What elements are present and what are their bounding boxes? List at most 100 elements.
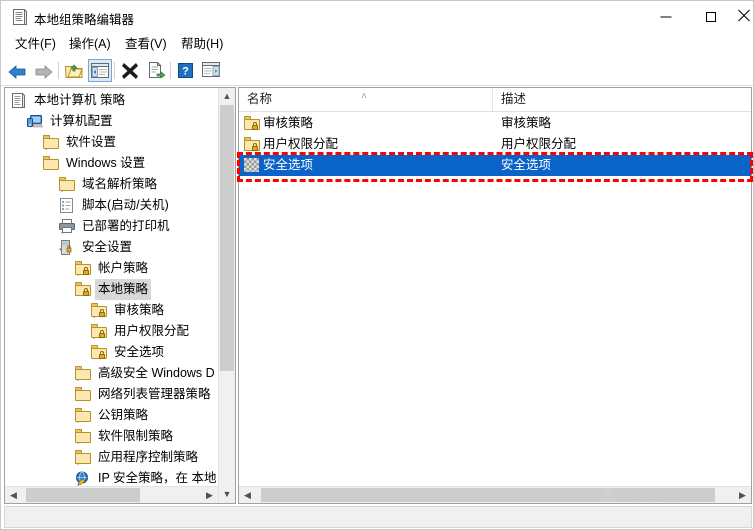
list-scroll-left-icon[interactable]: ◀ [239,487,256,503]
tree-vertical-scrollbar[interactable]: ▲ ▼ [218,88,235,503]
tree-node-label: 帐户策略 [95,258,151,279]
folder-lock-icon [91,345,107,360]
minimize-button[interactable] [643,1,688,32]
maximize-icon [706,12,716,22]
folder-lock-icon [91,324,107,339]
row-name: 用户权限分配 [263,134,338,155]
folder-lock-icon [75,282,91,297]
tree-node-label: Windows 设置 [63,153,148,174]
folder-lock-icon [75,261,91,276]
scroll-right-icon[interactable]: ▶ [201,487,218,503]
toolbar-separator-2 [114,62,115,79]
menu-file[interactable]: 文件(F) [10,35,61,53]
tree-node-label: 本地计算机 策略 [31,90,128,111]
script-icon [59,198,75,213]
window-title: 本地组策略编辑器 [34,9,134,28]
maximize-button[interactable] [688,1,733,32]
folder-icon [75,408,91,423]
tree-node-label: 计算机配置 [47,111,116,132]
scroll-up-icon[interactable]: ▲ [219,88,235,105]
delete-button[interactable] [118,59,142,82]
folder-icon [43,135,59,150]
folder-icon [75,366,91,381]
row-description: 审核策略 [501,113,551,134]
list-hscroll-thumb[interactable] [261,488,715,502]
toolbar-separator-3 [170,62,171,79]
folder-lock-icon [244,137,260,152]
toolbar-separator [58,62,59,79]
export-list-button[interactable] [144,59,168,82]
tree-node-label: 软件限制策略 [95,426,176,447]
folder-icon [75,387,91,402]
ip-security-icon [75,471,91,486]
scroll-left-icon[interactable]: ◀ [5,487,22,503]
local-group-policy-editor-window: 本地组策略编辑器 文件(F) 操作(A) 查看(V) 帮助(H) [0,0,754,530]
toolbar: ? [1,56,753,86]
back-button[interactable] [6,59,30,82]
row-description: 用户权限分配 [501,134,576,155]
printer-icon [59,219,75,234]
computer-icon [27,114,43,129]
row-description: 安全选项 [501,155,551,176]
tree-node-label: 公钥策略 [95,405,151,426]
console-tree-pane: 本地计算机 策略计算机配置软件设置Windows 设置域名解析策略脚本(启动/关… [4,87,236,504]
security-options-icon [244,158,260,173]
tree-hscroll-thumb[interactable] [26,488,141,502]
tree-node-label: 安全设置 [79,237,135,258]
column-header-name[interactable]: 名称 ˄ [239,88,493,111]
details-list-pane: 名称 ˄ 描述 审核策略审核策略用户权限分配用户权限分配安全选项安全选项 ◀ ▶ [238,87,752,504]
help-button[interactable]: ? [174,59,198,82]
menu-view[interactable]: 查看(V) [120,35,172,53]
table-row[interactable]: 安全选项 安全选项 [239,155,751,176]
tree-vscroll-thumb[interactable] [220,105,234,371]
menu-help[interactable]: 帮助(H) [176,35,228,53]
tree-node-label: 应用程序控制策略 [95,447,201,468]
folder-icon [75,429,91,444]
up-folder-button[interactable] [62,59,86,82]
column-header-name-label: 名称 [247,92,272,106]
tree-node-label: IP 安全策略，在 本地 [95,468,218,486]
policy-root-icon [11,93,27,108]
status-bar [4,506,752,528]
table-row[interactable]: 审核策略 审核策略 [239,113,751,134]
tree-node-label: 高级安全 Windows D [95,363,218,384]
tree-node-label: 已部署的打印机 [79,216,173,237]
folder-icon [59,177,75,192]
row-name: 审核策略 [263,113,313,134]
properties-button[interactable] [200,59,224,82]
console-tree[interactable]: 本地计算机 策略计算机配置软件设置Windows 设置域名解析策略脚本(启动/关… [5,88,218,486]
list-scroll-right-icon[interactable]: ▶ [734,487,751,503]
security-settings-icon [59,240,75,255]
folder-icon [75,450,91,465]
folder-lock-icon [91,303,107,318]
tree-node-label: 网络列表管理器策略 [95,384,214,405]
menu-bar: 文件(F) 操作(A) 查看(V) 帮助(H) [1,32,753,56]
tree-node-label: 本地策略 [95,279,151,300]
table-row[interactable]: 用户权限分配 用户权限分配 [239,134,751,155]
sort-ascending-icon: ˄ [361,92,367,102]
folder-icon [43,156,59,171]
policy-editor-icon [12,9,27,25]
close-icon [738,9,751,25]
tree-node-label: 域名解析策略 [79,174,160,195]
tree-node-label: 安全选项 [111,342,167,363]
close-button[interactable] [733,1,754,32]
tree-node-label: 审核策略 [111,300,167,321]
scroll-down-icon[interactable]: ▼ [219,486,235,503]
show-hide-console-tree-button[interactable] [88,59,112,82]
tree-node-label: 用户权限分配 [111,321,192,342]
forward-button[interactable] [32,59,56,82]
column-header-description-label: 描述 [501,92,526,106]
svg-text:?: ? [182,66,189,78]
menu-action[interactable]: 操作(A) [64,35,116,53]
tree-horizontal-scrollbar[interactable]: ◀ ▶ [5,486,218,503]
list-horizontal-scrollbar[interactable]: ◀ ▶ [239,486,751,503]
row-name: 安全选项 [263,155,313,176]
list-header: 名称 ˄ 描述 [239,88,751,112]
tree-node-label: 软件设置 [63,132,119,153]
title-bar: 本地组策略编辑器 [1,1,753,32]
column-header-description[interactable]: 描述 [493,88,751,111]
folder-lock-icon [244,116,260,131]
tree-node-label: 脚本(启动/关机) [79,195,172,216]
minimize-icon [660,16,671,17]
